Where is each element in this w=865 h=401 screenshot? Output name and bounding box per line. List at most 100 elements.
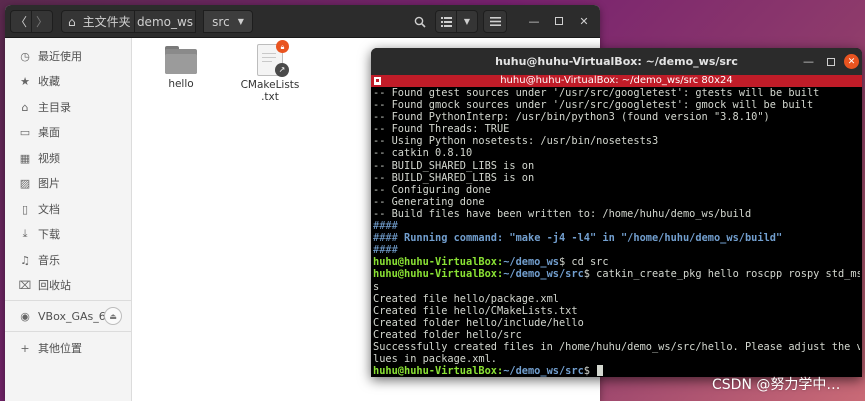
breadcrumb-home-label: 主文件夹 [82,15,131,29]
sidebar-item-vbox-disc[interactable]: ◉ VBox_GAs_6.... ⏏ [5,304,132,328]
breadcrumb-home[interactable]: ⌂ 主文件夹 [61,10,135,33]
terminal-close-button[interactable]: ✕ [844,54,859,69]
sidebar-item-downloads[interactable]: ⤓ 下载 [5,222,132,246]
sidebar-item-pictures[interactable]: ▨ 图片 [5,171,132,195]
sidebar-item-label: 文档 [38,203,60,216]
maximize-icon [826,57,835,66]
terminal-line: Created file hello/package.xml [373,292,559,305]
breadcrumb-src[interactable]: src ▼ [203,10,253,33]
sidebar-divider [5,331,132,332]
terminal-line: -- BUILD_SHARED_LIBS is on [373,171,535,184]
terminal-line: -- Build files have been written to: /ho… [373,207,752,220]
sidebar-item-music[interactable]: ♫ 音乐 [5,248,132,272]
sidebar-item-label: 桌面 [38,126,60,139]
sidebar-item-documents[interactable]: ▯ 文档 [5,197,132,221]
sidebar-item-videos[interactable]: ▦ 视频 [5,146,132,170]
sidebar-item-label: 回收站 [38,279,71,292]
sidebar-item-label: 下载 [38,228,60,241]
sidebar-item-label: 收藏 [38,75,60,88]
forward-button[interactable]: 〉 [31,10,53,33]
file-name: hello [168,78,194,90]
trash-icon: ⌧ [18,278,32,292]
music-icon: ♫ [20,253,30,267]
watermark: CSDN @努力学中… [712,377,841,393]
download-icon: ⤓ [22,227,28,240]
terminal-line: #### [373,220,398,233]
terminal-line: lues in package.xml. [373,353,497,366]
folder-icon [165,46,197,74]
link-icon: ↗ [275,63,289,77]
terminal-line: -- Using Python nosetests: /usr/bin/nose… [373,135,659,148]
star-icon: ★ [20,74,30,88]
sidebar-item-label: 最近使用 [38,50,82,63]
home-icon: ⌂ [68,14,76,29]
desktop-icon: ▭ [19,125,31,139]
list-view-button[interactable] [435,10,457,33]
search-button[interactable] [408,10,432,33]
list-view-icon [440,16,452,27]
text-file-icon: 🔒︎ ↗ [257,40,289,77]
terminal-line: -- Found Threads: TRUE [373,123,510,136]
sidebar-divider [5,300,132,301]
sidebar-item-label: 音乐 [38,254,60,267]
maximize-button[interactable] [551,13,567,29]
file-manager-headerbar: 〈 〉 ⌂ 主文件夹 demo_ws src ▼ ▼ — ✕ [5,5,600,38]
terminal-tab-bar[interactable]: huhu@huhu-VirtualBox: ~/demo_ws/src 80x2… [371,75,862,87]
sidebar-item-label: 主目录 [38,101,71,114]
close-icon: ✕ [579,14,589,28]
minimize-icon: — [528,14,540,28]
terminal-maximize-button[interactable] [823,54,838,69]
close-icon: ✕ [847,56,856,67]
video-icon: ▦ [19,151,31,165]
dropdown-arrow-icon: ▼ [463,17,471,26]
terminal-line: Created file hello/CMakeLists.txt [373,304,578,317]
hamburger-icon [489,17,501,26]
chevron-left-icon: 〈 [14,15,27,29]
plus-icon: + [20,341,30,355]
eject-button[interactable]: ⏏ [104,307,122,325]
sidebar-item-label: 其他位置 [38,342,82,355]
sidebar-item-trash[interactable]: ⌧ 回收站 [5,273,132,297]
sidebar-item-recent[interactable]: ◷ 最近使用 [5,44,132,68]
clock-icon: ◷ [20,49,30,63]
terminal-line: Successfully created files in /home/huhu… [373,340,860,353]
chevron-right-icon: 〉 [35,15,48,29]
home-icon: ⌂ [21,100,29,114]
terminal-output[interactable]: -- Found gtest sources under '/usr/src/g… [373,87,860,377]
terminal-line: -- Configuring done [373,183,491,196]
terminal-line: -- Found PythonInterp: /usr/bin/python3 … [373,111,770,124]
sidebar-item-desktop[interactable]: ▭ 桌面 [5,120,132,144]
search-icon [414,16,426,28]
terminal-titlebar: huhu@huhu-VirtualBox: ~/demo_ws/src — ✕ [371,48,862,75]
close-button[interactable]: ✕ [576,13,592,29]
maximize-icon [555,17,563,25]
terminal-line: Created folder hello/include/hello [373,316,584,329]
dropdown-arrow-icon: ▼ [237,17,244,26]
terminal-tab-label: huhu@huhu-VirtualBox: ~/demo_ws/src 80x2… [500,75,733,86]
back-button[interactable]: 〈 [10,10,32,33]
sidebar-item-starred[interactable]: ★ 收藏 [5,69,132,93]
lock-icon: 🔒︎ [276,40,289,53]
terminal-cursor [597,365,604,377]
terminal-title: huhu@huhu-VirtualBox: ~/demo_ws/src [495,55,738,68]
terminal-line: #### [373,244,398,257]
file-item-hello[interactable]: hello [143,46,219,90]
menu-button[interactable] [483,10,507,33]
view-options-button[interactable]: ▼ [456,10,478,33]
terminal-line: -- Generating done [373,195,485,208]
terminal-tab-icon [374,77,381,85]
sidebar-item-label: 视频 [38,152,60,165]
terminal-minimize-button[interactable]: — [801,54,816,69]
terminal-line: huhu@huhu-VirtualBox:~/demo_ws/src$ catk… [373,268,860,281]
sidebar-item-other-locations[interactable]: + 其他位置 [5,336,132,360]
terminal-line: -- BUILD_SHARED_LIBS is on [373,159,535,172]
terminal-line: huhu@huhu-VirtualBox:~/demo_ws$ cd src [373,256,609,269]
breadcrumb-demo-ws[interactable]: demo_ws [134,10,196,33]
file-item-cmakelists[interactable]: 🔒︎ ↗ CMakeLists .txt [232,40,308,103]
sidebar: ◷ 最近使用 ★ 收藏 ⌂ 主目录 ▭ 桌面 ▦ 视频 ▨ 图片 ▯ 文档 ⤓ [5,38,132,401]
terminal-line: -- Found gmock sources under '/usr/src/g… [373,99,814,112]
minimize-button[interactable]: — [526,13,542,29]
sidebar-item-home[interactable]: ⌂ 主目录 [5,95,132,119]
terminal-line: Created folder hello/src [373,328,522,341]
minimize-icon: — [803,55,814,68]
